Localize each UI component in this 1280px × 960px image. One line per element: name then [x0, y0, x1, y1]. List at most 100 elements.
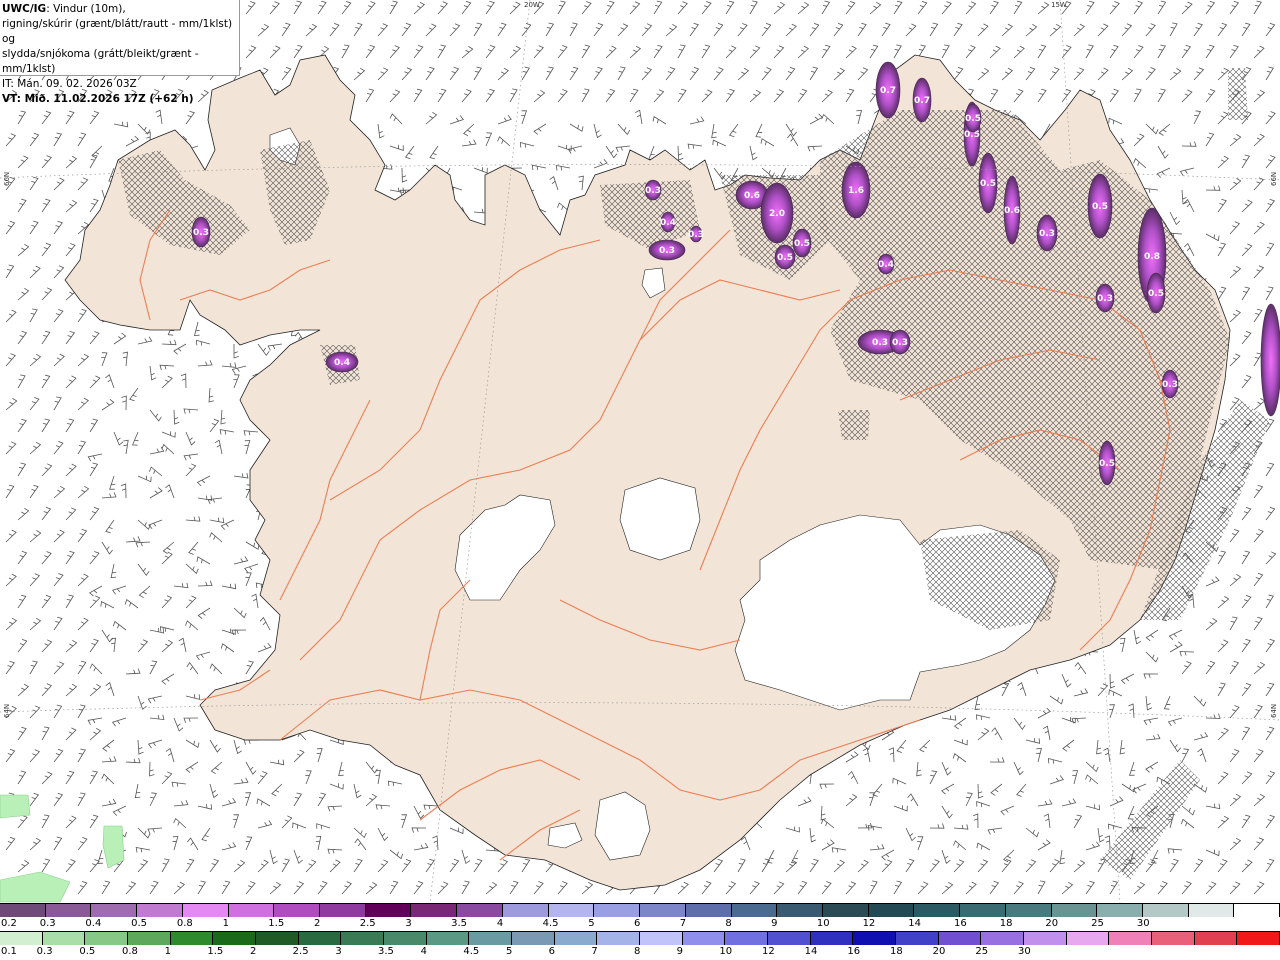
- legend-swatch: [768, 932, 811, 945]
- legend-swatch: [777, 904, 823, 917]
- legend-swatch: [91, 904, 138, 917]
- lat-label-64n-right: 64N: [1270, 703, 1278, 718]
- legend-tick: 3: [335, 946, 342, 957]
- legend-swatch: [502, 904, 549, 917]
- legend-tick: 1.5: [268, 918, 285, 929]
- precip-label: 0.8: [1144, 252, 1160, 262]
- legend-swatch: [320, 904, 366, 917]
- legend-swatch: [981, 932, 1025, 945]
- lat-label-66n-left: 66N: [3, 171, 11, 186]
- precip-label: 0.5: [1099, 459, 1115, 469]
- weather-map: 0.30.40.30.40.30.30.62.00.50.51.60.40.70…: [0, 0, 1280, 903]
- legend-swatch: [1024, 932, 1067, 945]
- legend-tick: 2.5: [292, 946, 309, 957]
- legend-tick: 8: [725, 918, 732, 929]
- precip-blob: [1260, 303, 1280, 417]
- legend-swatch: [554, 932, 598, 945]
- legend-tick: 16: [847, 946, 861, 957]
- legend-swatch: [640, 904, 686, 917]
- legend-tick: 6: [548, 946, 556, 957]
- snow-legend: 0.2 0.3 0.4 0.5 0.8 1 1.5 2 2.5 3 3.5 4 4.5 5 6 7 8 9 10 12…: [0, 903, 1280, 931]
- precip-label: 0.3: [1097, 294, 1113, 304]
- legend-swatch: [1066, 932, 1110, 945]
- legend-swatch: [256, 932, 299, 945]
- info-line3: slydda/snjókoma (grátt/bleikt/grænt - mm…: [2, 48, 199, 75]
- precip-label: 0.5: [1092, 202, 1108, 212]
- legend-swatch: [457, 904, 503, 917]
- precip-label: 0.4: [878, 260, 894, 270]
- legend-swatch: [548, 904, 595, 917]
- legend-tick: 2.5: [359, 918, 376, 929]
- legend-tick: 18: [890, 946, 903, 957]
- legend-swatch: [1152, 932, 1195, 945]
- precip-label: 0.3: [1039, 229, 1055, 239]
- precip-label: 0.7: [914, 96, 930, 106]
- legend-swatch: [128, 932, 171, 945]
- legend-tick: 0.2: [1, 918, 17, 929]
- legend-tick: 1: [164, 946, 172, 957]
- lon-label-20w: 20W: [524, 1, 540, 9]
- legend-tick: 0.8: [122, 946, 138, 957]
- legend-swatch: [914, 904, 961, 917]
- legend-swatch: [868, 904, 915, 917]
- legend-swatch: [182, 904, 229, 917]
- legend-tick: 3: [405, 918, 412, 929]
- legend-tick: 2: [314, 918, 321, 929]
- rain-color-bar: [0, 931, 1280, 945]
- legend-swatch: [685, 904, 732, 917]
- legend-tick: 0.8: [176, 918, 193, 929]
- precip-label: 0.5: [1148, 289, 1164, 299]
- legend-tick: 25: [975, 946, 989, 957]
- legend-tick: 4: [496, 918, 504, 929]
- legend-swatch: [1109, 932, 1153, 945]
- legend-swatch: [384, 932, 427, 945]
- legend-swatch: [1237, 932, 1280, 945]
- legend-swatch: [45, 904, 92, 917]
- map-info-box: UWC/IG: Vindur (10m), rigning/skúrir (gr…: [0, 0, 240, 105]
- snow-legend-ticks: 0.2 0.3 0.4 0.5 0.8 1 1.5 2 2.5 3 3.5 4 4.5 5 6 7 8 9 10 12…: [0, 917, 1280, 931]
- legend-swatch: [731, 904, 778, 917]
- legend-swatch: [1234, 904, 1280, 917]
- init-time: IT: Mán. 09. 02. 2026 03Z: [2, 78, 137, 90]
- legend-tick: 1.5: [207, 946, 224, 957]
- legend-tick: 5: [588, 918, 595, 929]
- legend-tick: 16: [954, 918, 967, 929]
- legend-tick: 14: [908, 918, 922, 929]
- legend-swatch: [426, 932, 470, 945]
- legend-tick: 20: [932, 946, 946, 957]
- legend-swatch: [85, 932, 129, 945]
- legend-tick: 9: [676, 946, 684, 957]
- legend-swatch: [469, 932, 513, 945]
- precip-label: 0.6: [744, 191, 760, 201]
- precip-label: 0.5: [794, 239, 810, 249]
- legend-swatch: [594, 904, 641, 917]
- lon-label-15w: 15W: [1051, 1, 1067, 9]
- precip-label: 0.5: [777, 253, 793, 263]
- legend-tick: 4.5: [463, 946, 480, 957]
- precip-label: 0.3: [645, 186, 661, 196]
- legend-tick: 0.4: [85, 918, 102, 929]
- legend-tick: 18: [999, 918, 1013, 929]
- legend-tick: 30: [1136, 918, 1150, 929]
- legend-tick: 4.5: [542, 918, 559, 929]
- legend-swatch: [853, 932, 897, 945]
- legend-tick: 0.5: [131, 918, 148, 929]
- precip-label: 1.6: [848, 186, 864, 196]
- legend-tick: 3.5: [451, 918, 468, 929]
- legend-tick: 30: [1018, 946, 1031, 957]
- legend-tick: 5: [506, 946, 513, 957]
- precip-label: 0.3: [688, 230, 704, 240]
- legend-tick: 9: [771, 918, 778, 929]
- legend-tick: 4: [420, 946, 428, 957]
- product-name: UWC/IG: [2, 3, 47, 15]
- info-line2: rigning/skúrir (grænt/blátt/rautt - mm/1…: [2, 18, 233, 45]
- legend-swatch: [512, 932, 555, 945]
- precip-label: 0.3: [1162, 380, 1178, 390]
- legend-swatch: [274, 904, 321, 917]
- legend-tick: 25: [1091, 918, 1104, 929]
- legend-swatch: [1188, 904, 1235, 917]
- legend-swatch: [213, 932, 257, 945]
- precip-label: 0.3: [193, 228, 209, 238]
- legend-swatch: [597, 932, 641, 945]
- legend-tick: 0.1: [1, 946, 17, 957]
